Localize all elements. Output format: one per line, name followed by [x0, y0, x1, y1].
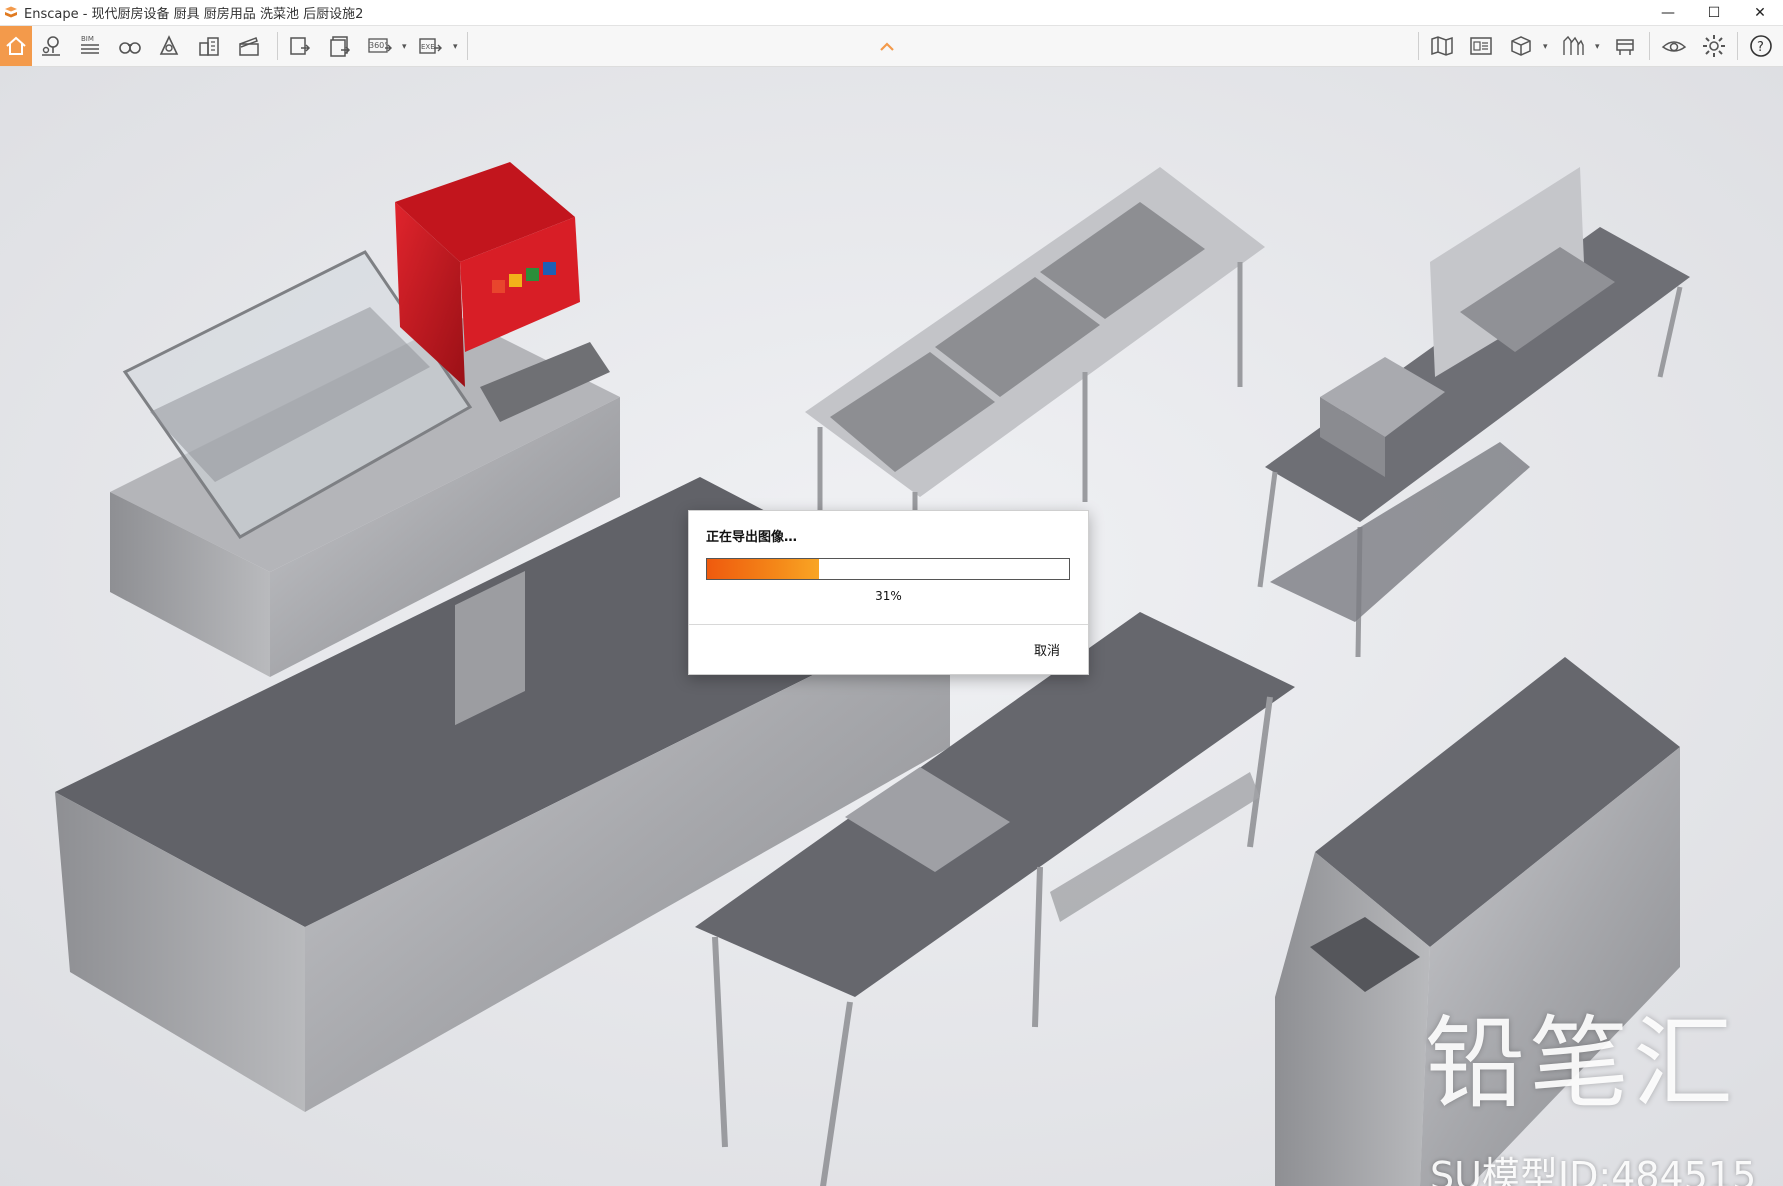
atmosphere-icon	[159, 35, 179, 55]
watermark-brand: 铅笔汇	[1425, 1005, 1737, 1122]
panorama-dropdown-icon[interactable]: ▾	[402, 42, 407, 52]
video-editor-button[interactable]	[232, 30, 266, 62]
enscape-toolbar: BIM 360° ▾ EXE ▾ ▾ ▾ ?	[0, 26, 1783, 67]
bim-icon: BIM	[81, 35, 99, 54]
material-dropdown-icon[interactable]: ▾	[1595, 42, 1600, 52]
help-label: ?	[1757, 40, 1764, 55]
batch-render-button[interactable]	[323, 30, 357, 62]
batch-render-icon	[330, 36, 351, 57]
settings-button[interactable]	[1697, 30, 1731, 62]
map-button[interactable]	[1425, 30, 1459, 62]
visibility-button[interactable]	[1657, 30, 1691, 62]
cube-view-button[interactable]	[1504, 30, 1538, 62]
panorama-button[interactable]: 360°	[363, 30, 397, 62]
map-icon	[1431, 36, 1453, 56]
screenshot-export-icon	[290, 37, 311, 55]
close-button[interactable]: ✕	[1737, 0, 1783, 25]
collaboration-button[interactable]	[1608, 30, 1642, 62]
enscape-logo-icon	[5, 6, 17, 17]
view-button[interactable]	[113, 30, 147, 62]
watermark-model-id: SU模型ID:484515	[1430, 1154, 1757, 1186]
title-bar: Enscape - 现代厨房设备 厨具 厨房用品 洗菜池 后厨设施2 — ☐ ✕	[0, 0, 1783, 26]
panorama-360-icon: 360°	[368, 38, 392, 53]
cube-view-icon	[1511, 36, 1531, 56]
location-pin-icon	[42, 36, 60, 56]
cube-view-dropdown-icon[interactable]: ▾	[1543, 42, 1548, 52]
dialog-title: 正在导出图像…	[706, 530, 798, 545]
window-controls: — ☐ ✕	[1645, 0, 1783, 25]
toolbar-separator	[1418, 32, 1419, 60]
maximize-button[interactable]: ☐	[1691, 0, 1737, 25]
exe-label: EXE	[421, 43, 435, 51]
toolbar-separator	[1649, 32, 1650, 60]
collaboration-icon	[1616, 39, 1634, 55]
visibility-eye-icon	[1661, 41, 1687, 52]
progress-percent-text: 31%	[875, 589, 902, 603]
clapperboard-icon	[239, 37, 259, 56]
location-button[interactable]	[34, 30, 68, 62]
buildings-button[interactable]	[192, 30, 226, 62]
binoculars-icon	[119, 42, 141, 54]
home-button[interactable]	[0, 26, 32, 66]
material-editor-button[interactable]	[1556, 30, 1590, 62]
material-editor-icon	[1563, 35, 1584, 55]
exe-dropdown-icon[interactable]: ▾	[453, 42, 458, 52]
atmosphere-button[interactable]	[152, 30, 186, 62]
asset-library-button[interactable]	[1464, 30, 1498, 62]
home-icon	[6, 36, 26, 55]
window-title: Enscape - 现代厨房设备 厨具 厨房用品 洗菜池 后厨设施2	[24, 7, 364, 22]
help-button[interactable]: ?	[1744, 30, 1778, 62]
collapse-toolbar-icon[interactable]	[879, 40, 895, 52]
exe-export-icon: EXE	[419, 38, 442, 54]
export-progress-dialog: 正在导出图像… 31% 取消	[688, 510, 1089, 675]
exe-export-button[interactable]: EXE	[413, 30, 447, 62]
dialog-divider	[689, 624, 1088, 625]
buildings-icon	[199, 37, 219, 56]
bim-label: BIM	[81, 35, 94, 43]
settings-gear-icon	[1703, 35, 1725, 57]
bim-button[interactable]: BIM	[73, 30, 107, 62]
progress-fill	[707, 559, 820, 579]
toolbar-separator	[1737, 32, 1738, 60]
cancel-button[interactable]: 取消	[1034, 640, 1060, 659]
screenshot-button[interactable]	[283, 30, 317, 62]
minimize-button[interactable]: —	[1645, 0, 1691, 25]
toolbar-separator	[467, 32, 468, 60]
export-progress-bar	[706, 558, 1070, 580]
asset-library-icon	[1470, 37, 1492, 55]
help-icon: ?	[1750, 35, 1772, 57]
toolbar-separator	[277, 32, 278, 60]
